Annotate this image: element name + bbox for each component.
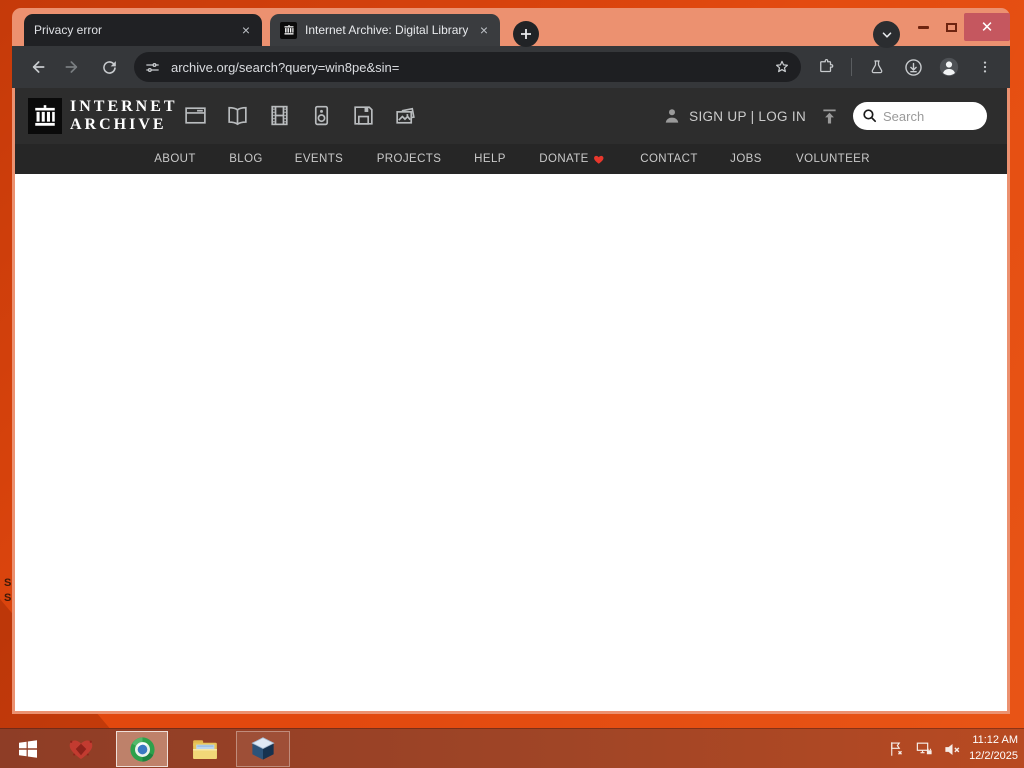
extensions-icon[interactable] <box>811 52 841 82</box>
tab-search-button[interactable] <box>873 21 900 48</box>
back-button[interactable] <box>22 52 52 82</box>
tab-strip: Privacy error × Internet Archive: Digita… <box>12 8 1010 48</box>
nav-contact[interactable]: CONTACT <box>640 144 698 174</box>
nav-donate[interactable]: DONATE <box>539 144 604 174</box>
close-window-button[interactable]: ✕ <box>964 13 1010 41</box>
system-tray <box>888 729 962 768</box>
nav-donate-label[interactable]: DONATE <box>539 153 588 165</box>
nav-jobs[interactable]: JOBS <box>730 144 762 174</box>
internet-archive-header: INTERNET ARCHIVE SIGN UP | LOG IN Search <box>15 88 1007 144</box>
donate-heart-icon <box>594 155 604 164</box>
tab-title: Privacy error <box>34 23 103 37</box>
taskbar-clock[interactable]: 11:12 AM 12/2/2025 <box>960 733 1018 765</box>
media-type-menu <box>183 103 418 128</box>
address-bar[interactable]: archive.org/search?query=win8pe&sin= <box>134 52 801 82</box>
web-icon[interactable] <box>183 103 208 128</box>
video-icon[interactable] <box>267 103 292 128</box>
nav-projects[interactable]: PROJECTS <box>377 144 442 174</box>
upload-icon[interactable] <box>819 106 840 127</box>
taskbar-app-file-explorer[interactable] <box>182 731 228 767</box>
person-icon <box>665 109 679 123</box>
site-search <box>853 102 987 130</box>
audio-icon[interactable] <box>309 103 334 128</box>
internet-archive-navbar: ABOUT BLOG EVENTS PROJECTS HELP DONATE C… <box>15 144 1007 174</box>
file-explorer-icon <box>193 740 217 759</box>
tab-title: Internet Archive: Digital Library <box>305 23 468 37</box>
url-text[interactable]: archive.org/search?query=win8pe&sin= <box>171 60 773 75</box>
tab-close-icon[interactable]: × <box>238 22 254 38</box>
internet-archive-wordmark[interactable]: INTERNET ARCHIVE <box>70 98 178 133</box>
tab-internet-archive[interactable]: Internet Archive: Digital Library × <box>270 14 500 46</box>
labs-flask-icon[interactable] <box>862 52 892 82</box>
minimize-button[interactable] <box>910 14 936 40</box>
browser-toolbar: archive.org/search?query=win8pe&sin= <box>12 46 1010 88</box>
clock-date: 12/2/2025 <box>969 749 1018 762</box>
maximize-button[interactable] <box>938 14 964 40</box>
texts-icon[interactable] <box>225 103 250 128</box>
new-tab-button[interactable] <box>513 21 539 47</box>
signup-login-label[interactable]: SIGN UP | LOG IN <box>689 109 806 124</box>
reload-button[interactable] <box>94 52 124 82</box>
blank-page-body <box>15 174 1007 711</box>
action-center-flag-icon[interactable] <box>888 740 906 758</box>
toolbar-separator <box>851 58 852 76</box>
desktop: S S Privacy error × Internet Archive: Di… <box>0 0 1024 768</box>
nav-about[interactable]: ABOUT <box>154 144 196 174</box>
menu-dots-icon[interactable] <box>970 52 1000 82</box>
nav-help[interactable]: HELP <box>474 144 506 174</box>
taskbar-app-chrome[interactable] <box>116 731 168 767</box>
taskbar-app-virtualbox[interactable] <box>236 731 290 767</box>
nav-volunteer[interactable]: VOLUNTEER <box>796 144 870 174</box>
windows-logo-icon <box>19 740 37 758</box>
web-content: INTERNET ARCHIVE SIGN UP | LOG IN Search… <box>15 88 1007 711</box>
chrome-icon <box>129 736 155 762</box>
internet-archive-favicon <box>280 21 297 39</box>
clock-time: 11:12 AM <box>972 734 1018 746</box>
images-icon[interactable] <box>393 103 418 128</box>
signup-login-link[interactable]: SIGN UP | LOG IN <box>662 106 806 126</box>
network-icon[interactable] <box>915 740 934 759</box>
internet-archive-logo[interactable] <box>28 98 62 134</box>
downloads-icon[interactable] <box>898 52 928 82</box>
profile-avatar-icon[interactable] <box>934 52 964 82</box>
red-heart-app-icon <box>69 740 93 759</box>
nav-events[interactable]: EVENTS <box>295 144 343 174</box>
desktop-icon-label-fragment: S <box>4 592 12 604</box>
nav-blog[interactable]: BLOG <box>229 144 263 174</box>
software-icon[interactable] <box>351 103 376 128</box>
site-info-icon[interactable] <box>144 59 161 76</box>
tab-close-icon[interactable]: × <box>476 22 492 38</box>
taskbar: 11:12 AM 12/2/2025 <box>0 728 1024 768</box>
search-icon <box>863 109 877 123</box>
taskbar-app-red-heart[interactable] <box>60 731 102 767</box>
bookmark-star-icon[interactable] <box>773 58 791 76</box>
browser-window: Privacy error × Internet Archive: Digita… <box>12 8 1010 714</box>
tab-privacy-error[interactable]: Privacy error × <box>24 14 262 46</box>
desktop-icon-label-fragment: S <box>4 577 12 589</box>
forward-button[interactable] <box>58 52 88 82</box>
start-button[interactable] <box>6 731 50 767</box>
virtualbox-icon <box>251 737 275 760</box>
